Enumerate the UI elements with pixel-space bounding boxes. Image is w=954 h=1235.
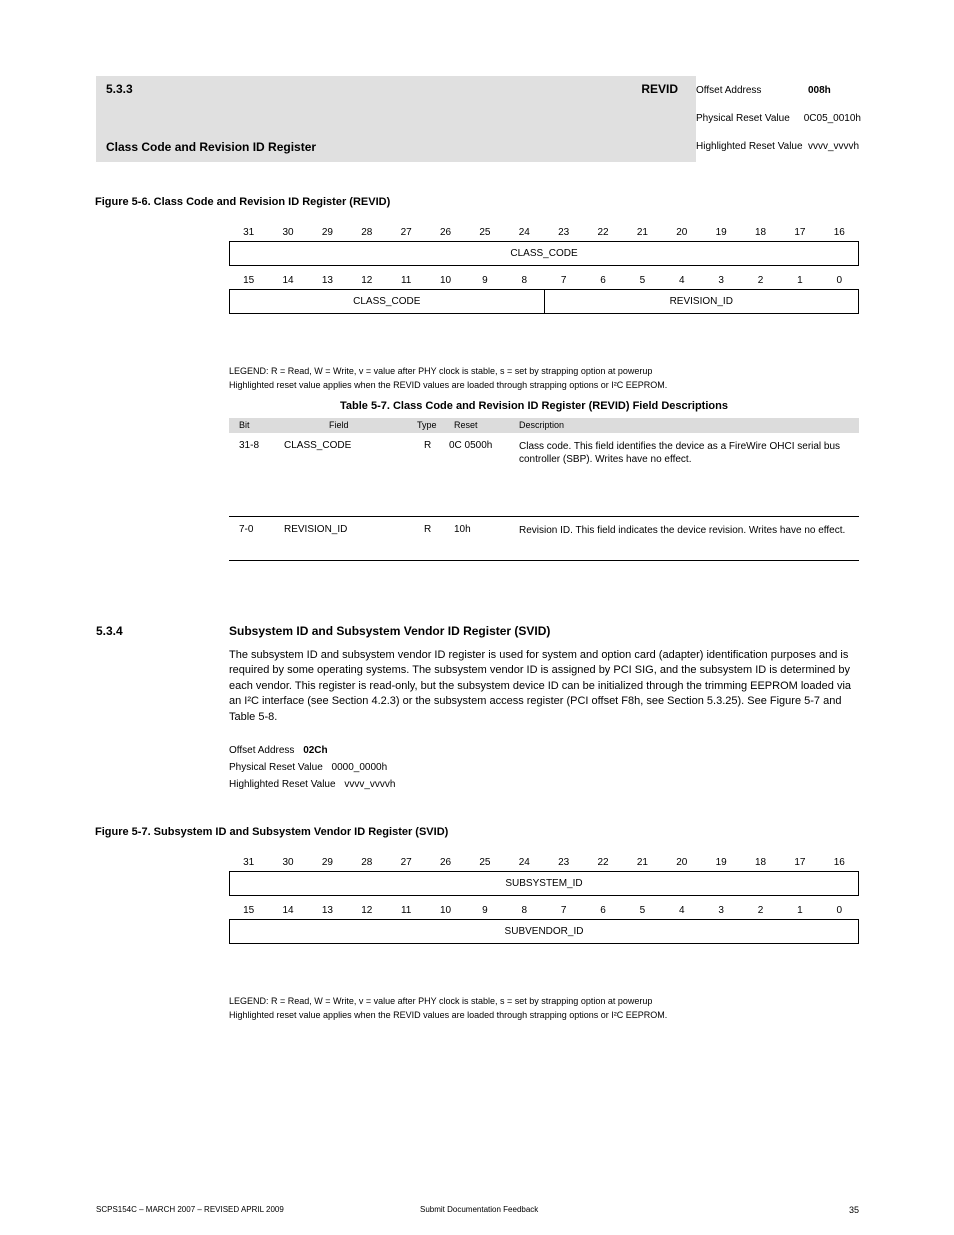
field-class-code: CLASS_CODE [230, 242, 858, 265]
figure-caption: Figure 5-6. Class Code and Revision ID R… [95, 196, 390, 208]
legend-b: Highlighted reset value applies when the… [229, 380, 667, 390]
bit-row: 1514131211109876543210 [229, 272, 859, 289]
section-number: 5.3.4 [96, 624, 123, 638]
field-subvendor-id: SUBVENDOR_ID [230, 920, 858, 943]
field-subsystem-id: SUBSYSTEM_ID [230, 872, 858, 895]
section-number: 5.3.3 [106, 82, 133, 96]
field-row: SUBSYSTEM_ID [229, 871, 859, 896]
figure-caption: Figure 5-7. Subsystem ID and Subsystem V… [95, 826, 448, 838]
field-row: CLASS_CODE [229, 241, 859, 266]
offset-box: Offset Address008h Physical Reset Value0… [696, 76, 861, 162]
footer-page-number: 35 [849, 1205, 859, 1215]
offset-key: Offset Address [696, 85, 808, 96]
reset-key: Physical Reset Value [696, 113, 804, 124]
legend-a: LEGEND: R = Read, W = Write, v = value a… [229, 366, 652, 376]
section-abbr: REVID [641, 82, 678, 96]
legend-a: LEGEND: R = Read, W = Write, v = value a… [229, 996, 652, 1006]
section-title: Subsystem ID and Subsystem Vendor ID Reg… [229, 624, 550, 638]
field-class-code: CLASS_CODE [230, 290, 544, 313]
footer-left: SCPS154C – MARCH 2007 – REVISED APRIL 20… [96, 1205, 284, 1214]
register-revid: 31302928272625242322212019181716 CLASS_C… [229, 224, 859, 314]
reset-val: 0C05_0010h [804, 113, 861, 124]
reset-line: Physical Reset Value 0000_0000h [229, 762, 387, 773]
legend-b: Highlighted reset value applies when the… [229, 1010, 667, 1020]
section-title: Class Code and Revision ID Register [106, 140, 316, 154]
body-paragraph: The subsystem ID and subsystem vendor ID… [229, 648, 859, 725]
page: 5.3.3 REVID Class Code and Revision ID R… [0, 0, 954, 1235]
bit-row: 1514131211109876543210 [229, 902, 859, 919]
field-row: SUBVENDOR_ID [229, 919, 859, 944]
field-revision-id: REVISION_ID [544, 290, 859, 313]
offset-line: Offset Address 02Ch [229, 745, 328, 756]
field-row: CLASS_CODE REVISION_ID [229, 289, 859, 314]
table-caption: Table 5-7. Class Code and Revision ID Re… [340, 400, 728, 412]
offset-val: 008h [808, 85, 831, 96]
table-header: Bit Field Type Reset Description [229, 418, 859, 433]
hi-val: vvvv_vvvvh [808, 141, 859, 152]
bit-row: 31302928272625242322212019181716 [229, 224, 859, 241]
hi-key: Highlighted Reset Value [696, 141, 808, 152]
register-svid: 31302928272625242322212019181716 SUBSYST… [229, 854, 859, 944]
hi-line: Highlighted Reset Value vvvv_vvvvh [229, 779, 395, 790]
footer-center: Submit Documentation Feedback [420, 1205, 538, 1214]
bit-row: 31302928272625242322212019181716 [229, 854, 859, 871]
section-header-band: 5.3.3 REVID Class Code and Revision ID R… [96, 76, 696, 162]
